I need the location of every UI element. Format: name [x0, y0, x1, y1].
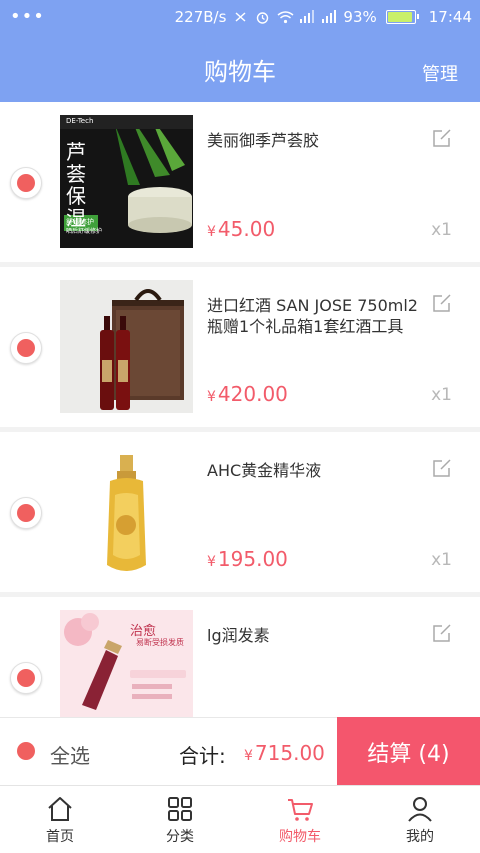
- user-icon: [408, 797, 432, 822]
- price-value: 420.00: [217, 382, 288, 406]
- product-price: ¥420.00: [207, 382, 288, 406]
- edit-icon[interactable]: [432, 458, 452, 478]
- edit-icon[interactable]: [432, 128, 452, 148]
- item-select-radio[interactable]: [10, 167, 42, 199]
- edit-icon[interactable]: [432, 623, 452, 643]
- product-image[interactable]: [60, 280, 193, 413]
- tab-category[interactable]: 分类: [120, 786, 240, 853]
- product-name[interactable]: 进口红酒 SAN JOSE 750ml2瓶赠1个礼品箱1套红酒工具: [207, 295, 422, 337]
- product-image[interactable]: 治愈 易断受损发质: [60, 610, 193, 717]
- total-label: 合计:: [179, 744, 226, 768]
- signal-icon: [299, 10, 315, 24]
- tab-cart[interactable]: 购物车: [240, 786, 360, 853]
- checkout-button[interactable]: 结算 (4): [337, 717, 480, 786]
- network-speed: 227B/s: [174, 8, 227, 26]
- price-value: 195.00: [217, 547, 288, 571]
- vibrate-icon: [233, 10, 248, 24]
- wifi-icon: [277, 10, 294, 24]
- app-header: 购物车 管理: [0, 34, 480, 102]
- product-image[interactable]: DE-Tech 芦荟保湿 舒缓修护 晒后舒缓修护: [60, 115, 193, 248]
- checkout-bar: 全选 合计: ¥715.00 结算 (4): [0, 717, 480, 786]
- currency-symbol: ¥: [207, 554, 216, 570]
- battery-percent: 93%: [343, 8, 377, 26]
- select-all-label[interactable]: 全选: [50, 740, 90, 769]
- tab-label: 购物车: [279, 829, 321, 845]
- battery-icon: [385, 10, 419, 24]
- status-bar: ••• 227B/s 93% 17:44: [0, 0, 480, 34]
- tab-label: 我的: [406, 829, 434, 845]
- currency-symbol: ¥: [244, 748, 253, 764]
- manage-button[interactable]: 管理: [422, 60, 458, 86]
- cart-item: 治愈 易断受损发质 lg润发素: [0, 597, 480, 717]
- product-quantity: x1: [431, 220, 452, 240]
- tab-label: 分类: [166, 829, 194, 845]
- product-price: ¥195.00: [207, 547, 288, 571]
- product-image[interactable]: [60, 445, 193, 578]
- product-price: ¥45.00: [207, 217, 275, 241]
- bottom-tab-bar: 首页 分类 购物车 我的: [0, 785, 480, 853]
- edit-icon[interactable]: [432, 293, 452, 313]
- product-name[interactable]: lg润发素: [207, 625, 422, 646]
- product-name[interactable]: AHC黄金精华液: [207, 460, 422, 481]
- item-select-radio[interactable]: [10, 662, 42, 694]
- currency-symbol: ¥: [207, 224, 216, 240]
- item-select-radio[interactable]: [10, 497, 42, 529]
- product-image-headline: 芦荟保湿: [66, 140, 86, 230]
- tab-label: 首页: [46, 829, 74, 845]
- home-icon: [48, 797, 72, 821]
- item-select-radio[interactable]: [10, 332, 42, 364]
- alarm-icon: [255, 10, 270, 24]
- total-amount: ¥715.00: [244, 741, 325, 765]
- page-title: 购物车: [204, 58, 276, 86]
- grid-icon: [168, 797, 192, 821]
- brand-logo-text: DE-Tech: [66, 117, 94, 125]
- product-image-sub: 易断受损发质: [136, 638, 184, 647]
- currency-symbol: ¥: [207, 389, 216, 405]
- select-all-radio[interactable]: [11, 736, 41, 766]
- price-value: 45.00: [217, 217, 276, 241]
- cart-item: 进口红酒 SAN JOSE 750ml2瓶赠1个礼品箱1套红酒工具 ¥420.0…: [0, 267, 480, 427]
- cart-icon: [288, 799, 313, 821]
- product-quantity: x1: [431, 550, 452, 570]
- signal-icon-2: [321, 10, 337, 24]
- cart-item: AHC黄金精华液 ¥195.00 x1: [0, 432, 480, 592]
- cart-item: DE-Tech 芦荟保湿 舒缓修护 晒后舒缓修护 美丽御季芦荟胶 ¥45.00 …: [0, 102, 480, 262]
- total-value: 715.00: [254, 741, 325, 765]
- product-quantity: x1: [431, 385, 452, 405]
- product-image-sub: 晒后舒缓修护: [66, 228, 103, 235]
- status-menu-dots: •••: [10, 6, 45, 27]
- tab-home[interactable]: 首页: [0, 786, 120, 853]
- clock: 17:44: [428, 8, 472, 26]
- product-name[interactable]: 美丽御季芦荟胶: [207, 130, 422, 151]
- status-right: 227B/s 93% 17:44: [175, 8, 472, 26]
- tab-profile[interactable]: 我的: [360, 786, 480, 853]
